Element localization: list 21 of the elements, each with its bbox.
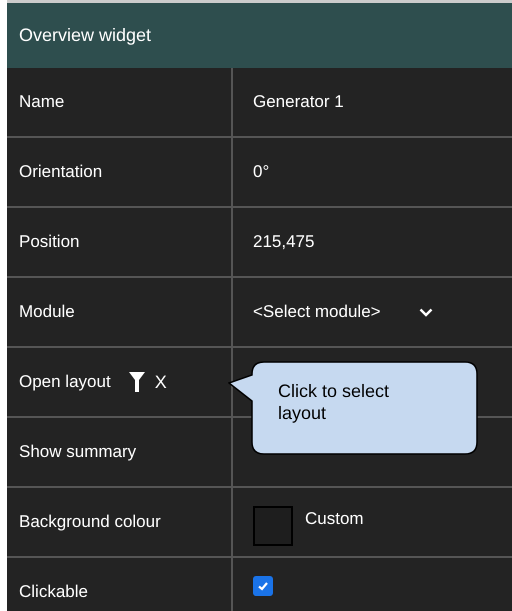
callout-text: Click to select layout: [278, 381, 390, 424]
property-label: Show summary: [19, 442, 136, 462]
property-label: Orientation: [19, 162, 102, 182]
property-value: 0°: [253, 162, 270, 182]
property-label: Background colour: [19, 512, 161, 532]
chevron-down-icon: [418, 308, 433, 316]
property-label: Clickable: [19, 582, 88, 602]
clear-button[interactable]: X: [154, 372, 167, 392]
checkbox[interactable]: [253, 576, 273, 596]
property-label: Name: [19, 92, 64, 112]
colour-swatch[interactable]: [253, 506, 293, 546]
module-dropdown[interactable]: <Select module>: [253, 302, 433, 322]
colour-value: Custom: [305, 509, 364, 529]
funnel-icon[interactable]: [128, 372, 145, 392]
property-value: 215,475: [253, 232, 314, 252]
property-label: Position: [19, 232, 80, 252]
property-value: Generator 1: [253, 92, 344, 112]
property-label: Open layout: [19, 372, 111, 392]
checkmark-icon: [257, 580, 269, 592]
panel-title: Overview widget: [19, 25, 152, 46]
property-label: Module: [19, 302, 75, 322]
